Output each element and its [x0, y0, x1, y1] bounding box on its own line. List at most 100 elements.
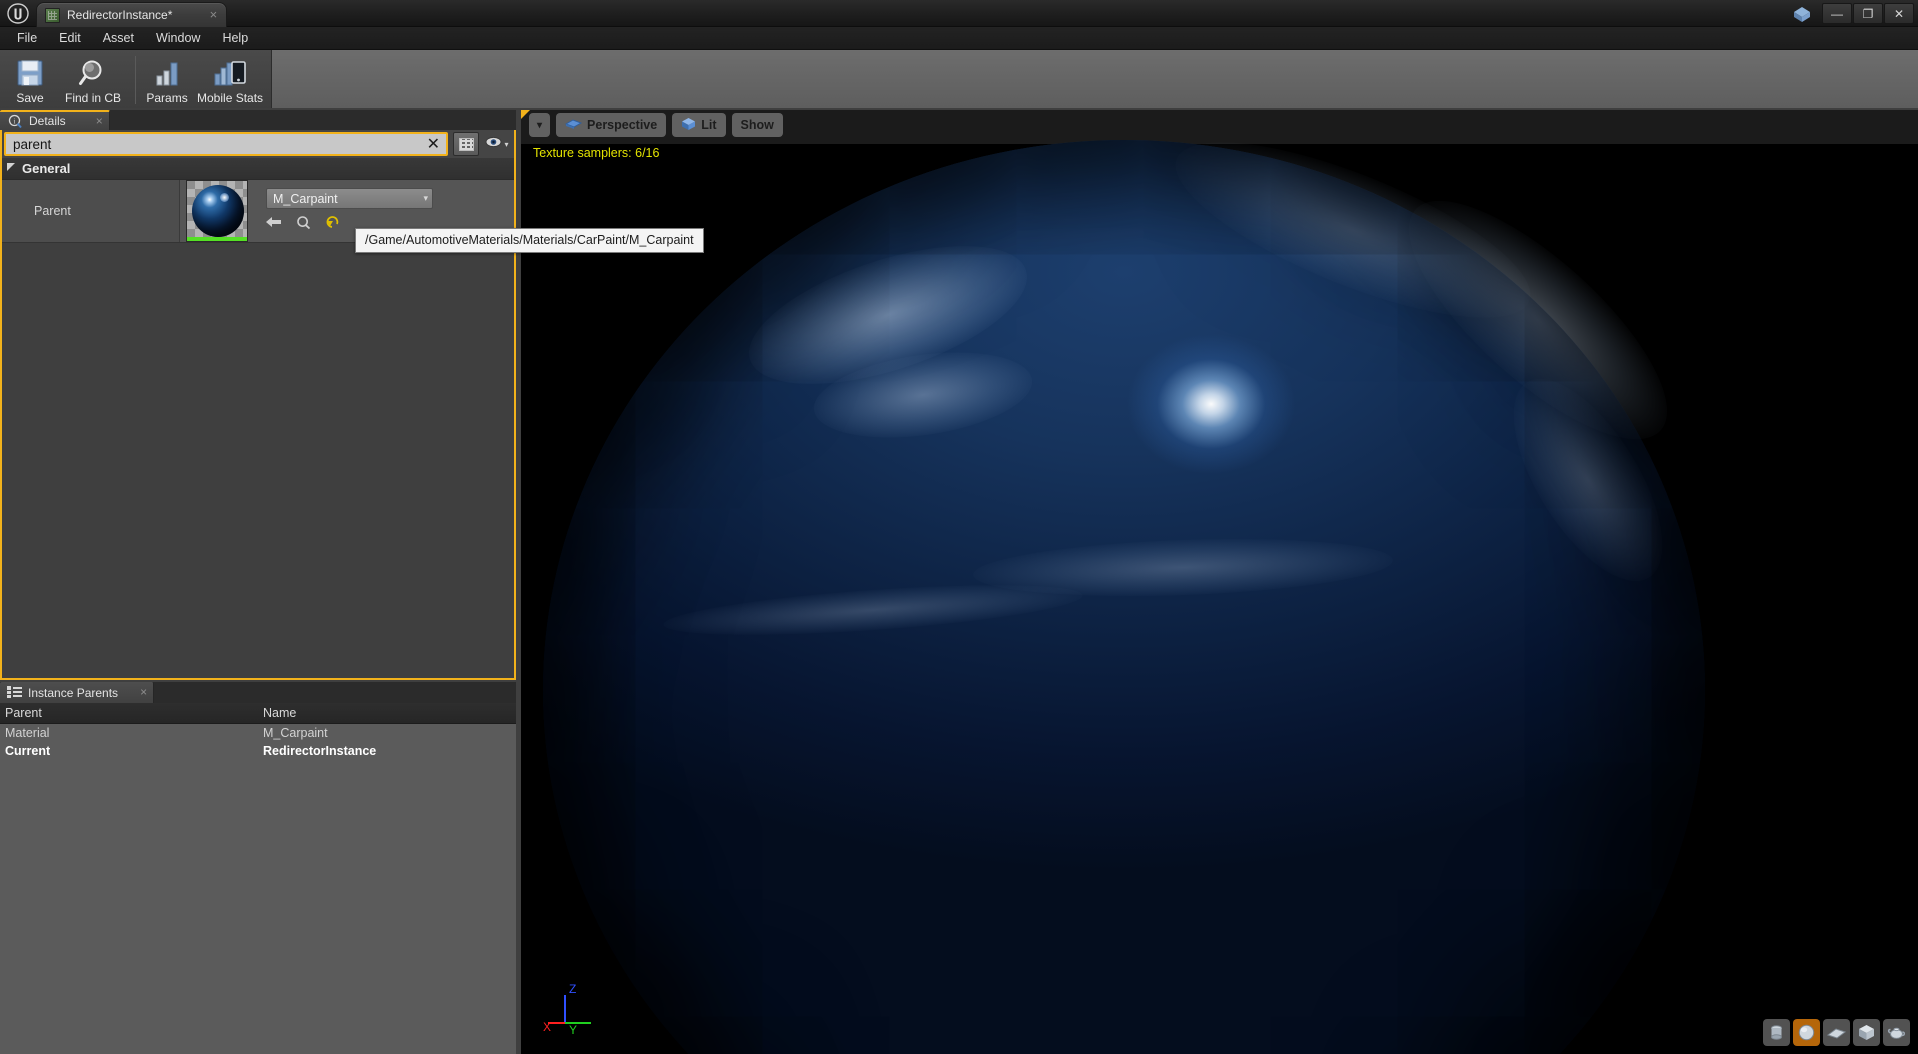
tab-details[interactable]: i Details × — [0, 110, 110, 130]
category-collapse-arrow-icon — [7, 163, 16, 174]
menu-item-help[interactable]: Help — [211, 28, 259, 48]
window-close-button[interactable]: ✕ — [1884, 3, 1914, 24]
tab-instance-parents-close-icon[interactable]: × — [140, 687, 147, 698]
chevron-down-icon: ▾ — [537, 120, 542, 131]
thumbnail-sphere — [192, 185, 244, 237]
details-search-row: parent ✕ ▾ — [2, 130, 514, 158]
tab-details-label: Details — [29, 114, 66, 128]
toolbar-separator — [135, 56, 136, 104]
chevron-down-icon: ▾ — [423, 193, 428, 204]
viewport-toolbar-buttons: ▾ Perspective Lit Show — [529, 113, 783, 137]
details-tab-bar: i Details × — [0, 110, 516, 130]
viewport-perspective-button[interactable]: Perspective — [556, 113, 666, 137]
lit-cube-icon — [681, 117, 696, 134]
reflection-cloud — [662, 575, 1084, 644]
texture-samplers-stat: Texture samplers: 6/16 — [533, 146, 659, 160]
plane-primitive-icon[interactable] — [1823, 1019, 1850, 1046]
visibility-options-button[interactable]: ▾ — [482, 132, 512, 156]
window-maximize-button[interactable]: ❐ — [1853, 3, 1883, 24]
cell-name: RedirectorInstance — [258, 742, 516, 760]
document-tab-close-icon[interactable]: × — [206, 8, 220, 22]
category-header-label: General — [22, 161, 70, 176]
svg-text:Z: Z — [569, 982, 576, 996]
table-row[interactable]: Material M_Carpaint — [0, 724, 516, 742]
instance-parents-panel: Instance Parents × Parent Name Material … — [0, 682, 516, 1054]
title-bar: RedirectorInstance* × — ❐ ✕ — [0, 0, 1918, 27]
save-button[interactable]: Save — [4, 52, 56, 108]
search-clear-icon[interactable]: ✕ — [427, 134, 442, 154]
parent-asset-combo-value: M_Carpaint — [273, 192, 423, 206]
viewport-show-label: Show — [741, 118, 774, 132]
save-button-label: Save — [16, 91, 43, 105]
svg-text:Y: Y — [569, 1023, 577, 1036]
menu-bar: File Edit Asset Window Help — [0, 27, 1918, 50]
reflection-cloud — [809, 340, 1038, 450]
cylinder-primitive-icon[interactable] — [1763, 1019, 1790, 1046]
browse-magnifier-icon[interactable] — [295, 214, 311, 230]
viewport-show-button[interactable]: Show — [732, 113, 783, 137]
teapot-primitive-icon[interactable] — [1883, 1019, 1910, 1046]
parent-asset-combo[interactable]: M_Carpaint ▾ — [266, 188, 433, 209]
viewport-options-menu-button[interactable]: ▾ — [529, 113, 550, 137]
mobile-stats-icon — [213, 56, 247, 90]
reflection-cloud — [1485, 356, 1692, 604]
ue-asset-icon — [1789, 3, 1815, 25]
unreal-engine-logo-icon — [4, 1, 32, 26]
instance-parents-tab-bar: Instance Parents × — [0, 682, 516, 703]
reflection-cloud — [1156, 110, 1550, 352]
material-sphere-thumbnail[interactable] — [186, 180, 248, 242]
table-row[interactable]: Current RedirectorInstance — [0, 742, 516, 760]
document-tab-strip: RedirectorInstance* × — [36, 0, 227, 27]
params-button[interactable]: Params — [141, 52, 193, 108]
magnifier-icon — [78, 56, 108, 90]
svg-text:i: i — [14, 117, 16, 125]
find-in-cb-button[interactable]: Find in CB — [56, 52, 130, 108]
find-in-cb-button-label: Find in CB — [65, 91, 121, 105]
cube-primitive-icon[interactable] — [1853, 1019, 1880, 1046]
window-minimize-button[interactable]: — — [1822, 3, 1852, 24]
window-controls: — ❐ ✕ — [1789, 0, 1918, 27]
preview-primitive-selector — [1763, 1019, 1910, 1046]
mobile-stats-button[interactable]: Mobile Stats — [193, 52, 267, 108]
details-info-icon: i — [8, 114, 23, 129]
grid-view-button[interactable] — [453, 132, 479, 156]
search-input-value: parent — [13, 137, 427, 152]
tab-instance-parents-label: Instance Parents — [28, 686, 118, 700]
category-header-general[interactable]: General — [2, 158, 514, 180]
reflection-cloud — [733, 218, 1043, 412]
property-name-cell: Parent — [2, 180, 180, 242]
asset-path-tooltip: /Game/AutomotiveMaterials/Materials/CarP… — [355, 228, 704, 253]
document-tab-redirectorinstance[interactable]: RedirectorInstance* × — [36, 2, 227, 27]
tab-instance-parents[interactable]: Instance Parents × — [0, 682, 154, 703]
menu-item-asset[interactable]: Asset — [92, 28, 145, 48]
thumbnail-highlight — [220, 193, 229, 202]
preview-sphere — [543, 140, 1705, 1054]
column-header-name[interactable]: Name — [258, 703, 516, 723]
viewport-axis-gizmo: Z Y X — [543, 981, 603, 1036]
bar-chart-icon — [152, 56, 182, 90]
asset-action-buttons — [266, 214, 340, 230]
menu-item-file[interactable]: File — [6, 28, 48, 48]
sphere-primitive-icon[interactable] — [1793, 1019, 1820, 1046]
column-header-parent[interactable]: Parent — [0, 703, 258, 723]
back-arrow-icon[interactable] — [266, 214, 282, 230]
list-tree-icon — [7, 686, 22, 699]
unreal-material-instance-editor: RedirectorInstance* × — ❐ ✕ File Edit As… — [0, 0, 1918, 1054]
cell-parent: Material — [0, 724, 258, 742]
reset-arrow-icon[interactable] — [324, 214, 340, 230]
floppy-disk-icon — [15, 56, 45, 90]
material-preview-viewport[interactable]: ▾ Perspective Lit Show Texture samplers:… — [521, 110, 1918, 1054]
cell-parent: Current — [0, 742, 258, 760]
menu-item-window[interactable]: Window — [145, 28, 211, 48]
reflection-cloud — [972, 533, 1394, 603]
menu-item-edit[interactable]: Edit — [48, 28, 92, 48]
cell-name: M_Carpaint — [258, 724, 516, 742]
tab-details-close-icon[interactable]: × — [96, 116, 103, 127]
search-input[interactable]: parent ✕ — [4, 132, 448, 156]
perspective-camera-icon — [565, 117, 582, 133]
viewport-lit-label: Lit — [701, 118, 716, 132]
details-body: parent ✕ ▾ General — [0, 130, 516, 680]
material-instance-icon — [45, 8, 60, 23]
viewport-perspective-label: Perspective — [587, 118, 657, 132]
viewport-lit-button[interactable]: Lit — [672, 113, 725, 137]
